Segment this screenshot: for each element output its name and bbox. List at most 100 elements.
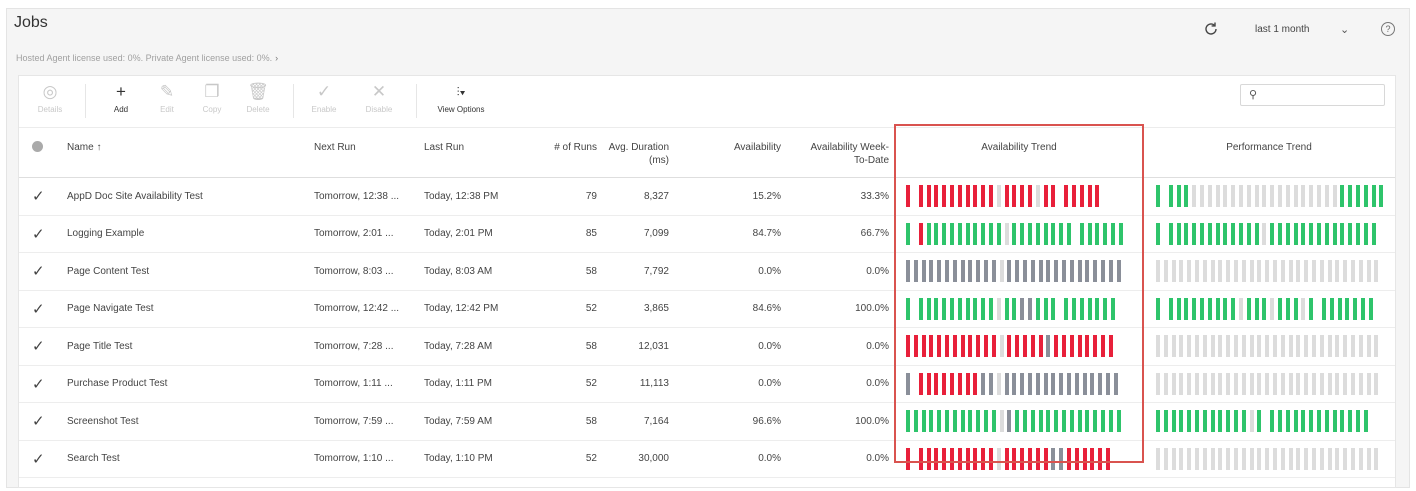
- trend-bar: [1156, 297, 1160, 320]
- column-header-performance-trend[interactable]: Performance Trend: [1149, 141, 1389, 154]
- trend-bar: [1051, 185, 1056, 207]
- trend-bar: [942, 447, 947, 470]
- availability-trend-sparkline[interactable]: [906, 260, 1134, 282]
- disable-button[interactable]: ✕ Disable: [359, 82, 399, 114]
- trend-bar: [1195, 372, 1199, 395]
- trend-bar: [973, 185, 978, 207]
- edit-button[interactable]: ✎ Edit: [147, 82, 187, 114]
- disable-label: Disable: [365, 105, 393, 114]
- row-status-check-icon: ✓: [32, 375, 45, 393]
- column-header-runs[interactable]: # of Runs: [527, 141, 597, 154]
- table-row[interactable]: ✓ Screenshot Test Tomorrow, 7:59 ... Today,…: [19, 403, 1395, 441]
- trend-bar: [950, 447, 954, 470]
- add-button[interactable]: + Add: [101, 82, 141, 114]
- trend-bar: [973, 297, 978, 320]
- row-availability: 0.0%: [758, 378, 781, 390]
- availability-trend-sparkline[interactable]: [906, 335, 1134, 357]
- trend-bar: [942, 185, 947, 207]
- column-header-last-run[interactable]: Last Run: [424, 141, 464, 154]
- table-row[interactable]: ✓ Search Test Tomorrow, 1:10 ... Today, 1:1…: [19, 441, 1395, 478]
- availability-trend-sparkline[interactable]: [906, 372, 1134, 395]
- trend-bar: [996, 372, 1001, 395]
- trend-bar: [1116, 260, 1121, 282]
- delete-button[interactable]: 🗑 Delete: [238, 82, 278, 114]
- table-row[interactable]: ✓ Page Content Test Tomorrow, 8:03 ... Toda…: [19, 253, 1395, 291]
- eye-icon: ◎: [42, 82, 58, 101]
- trend-bar: [950, 297, 954, 320]
- table-row[interactable]: ✓ Page Navigate Test Tomorrow, 12:42 ... To…: [19, 291, 1395, 328]
- trend-bar: [1202, 447, 1207, 470]
- trend-bar: [996, 297, 1001, 320]
- trend-bar: [1363, 410, 1368, 432]
- trend-bar: [976, 410, 981, 432]
- trend-bar: [1015, 410, 1020, 432]
- license-text[interactable]: Hosted Agent license used: 0%. Private A…: [16, 53, 272, 63]
- copy-icon: ❐: [204, 82, 220, 101]
- performance-trend-sparkline[interactable]: [1156, 372, 1384, 395]
- availability-trend-sparkline[interactable]: [906, 185, 1134, 207]
- details-label: Details: [37, 105, 63, 114]
- trend-bar: [1069, 335, 1074, 357]
- trend-bar: [1280, 372, 1285, 395]
- trend-bar: [918, 372, 923, 395]
- trend-bar: [1043, 297, 1048, 320]
- trend-bar: [1004, 185, 1009, 207]
- x-icon: ✕: [371, 82, 387, 101]
- trend-bar: [937, 335, 942, 357]
- trend-bar: [1239, 222, 1243, 245]
- column-header-avg-duration[interactable]: Avg. Duration (ms): [597, 141, 669, 167]
- trend-bar: [1210, 447, 1215, 470]
- row-status-check-icon: ✓: [32, 338, 45, 355]
- trend-bar: [960, 335, 965, 357]
- availability-trend-sparkline[interactable]: [906, 297, 1134, 320]
- trend-bar: [1265, 410, 1269, 432]
- search-input[interactable]: [1265, 87, 1380, 103]
- time-range-select[interactable]: last 1 month: [1255, 24, 1309, 35]
- trend-bar: [1184, 222, 1189, 245]
- trend-bar: [1374, 335, 1379, 357]
- trend-bar: [984, 410, 988, 432]
- view-options-button[interactable]: ⫶▾ View Options: [431, 82, 491, 114]
- column-header-availability-trend[interactable]: Availability Trend: [899, 141, 1139, 154]
- column-header-availability-week[interactable]: Availability Week- To-Date: [781, 141, 889, 167]
- details-button[interactable]: ◎ Details: [30, 82, 70, 114]
- column-header-next-run[interactable]: Next Run: [314, 141, 356, 154]
- trend-bar: [965, 185, 970, 207]
- table-row[interactable]: ✓ Logging Example Tomorrow, 2:01 ... Today,…: [19, 216, 1395, 253]
- table-row[interactable]: ✓ AppD Doc Site Availability Test Tomorrow…: [19, 178, 1395, 216]
- performance-trend-sparkline[interactable]: [1156, 297, 1384, 320]
- copy-button[interactable]: ❐ Copy: [192, 82, 232, 114]
- enable-button[interactable]: ✓ Enable: [304, 82, 344, 114]
- trend-bar: [1020, 297, 1025, 320]
- table-row[interactable]: ✓ Page Title Test Tomorrow, 7:28 ... Today,…: [19, 328, 1395, 366]
- performance-trend-sparkline[interactable]: [1156, 335, 1384, 357]
- help-icon[interactable]: ?: [1381, 22, 1395, 36]
- performance-trend-sparkline[interactable]: [1156, 185, 1384, 207]
- availability-trend-sparkline[interactable]: [906, 447, 1134, 470]
- trend-bar: [1012, 222, 1017, 245]
- trend-bar: [1059, 447, 1064, 470]
- chevron-down-icon[interactable]: ⌄: [1340, 23, 1349, 36]
- trend-bar: [1106, 447, 1110, 470]
- availability-trend-sparkline[interactable]: [906, 222, 1134, 245]
- trend-bar: [1171, 447, 1176, 470]
- column-header-availability[interactable]: Availability: [699, 141, 781, 154]
- table-row[interactable]: ✓ Purchase Product Test Tomorrow, 1:11 ...…: [19, 366, 1395, 403]
- trend-bar: [1273, 372, 1277, 395]
- performance-trend-sparkline[interactable]: [1156, 260, 1384, 282]
- performance-trend-sparkline[interactable]: [1156, 222, 1384, 245]
- trend-bar: [1168, 185, 1173, 207]
- performance-trend-sparkline[interactable]: [1156, 447, 1384, 470]
- trend-bar: [1079, 297, 1084, 320]
- status-column-icon[interactable]: [32, 141, 43, 152]
- search-box[interactable]: ⚲: [1240, 84, 1385, 106]
- license-chevron-icon[interactable]: ›: [275, 53, 278, 63]
- license-info[interactable]: Hosted Agent license used: 0%. Private A…: [16, 53, 278, 63]
- availability-trend-sparkline[interactable]: [906, 410, 1134, 432]
- trend-bar: [913, 447, 917, 470]
- trend-bar: [1202, 372, 1207, 395]
- column-header-name[interactable]: Name ↑: [67, 141, 101, 154]
- refresh-icon[interactable]: [1202, 20, 1220, 38]
- performance-trend-sparkline[interactable]: [1156, 410, 1384, 432]
- trend-bar: [981, 372, 986, 395]
